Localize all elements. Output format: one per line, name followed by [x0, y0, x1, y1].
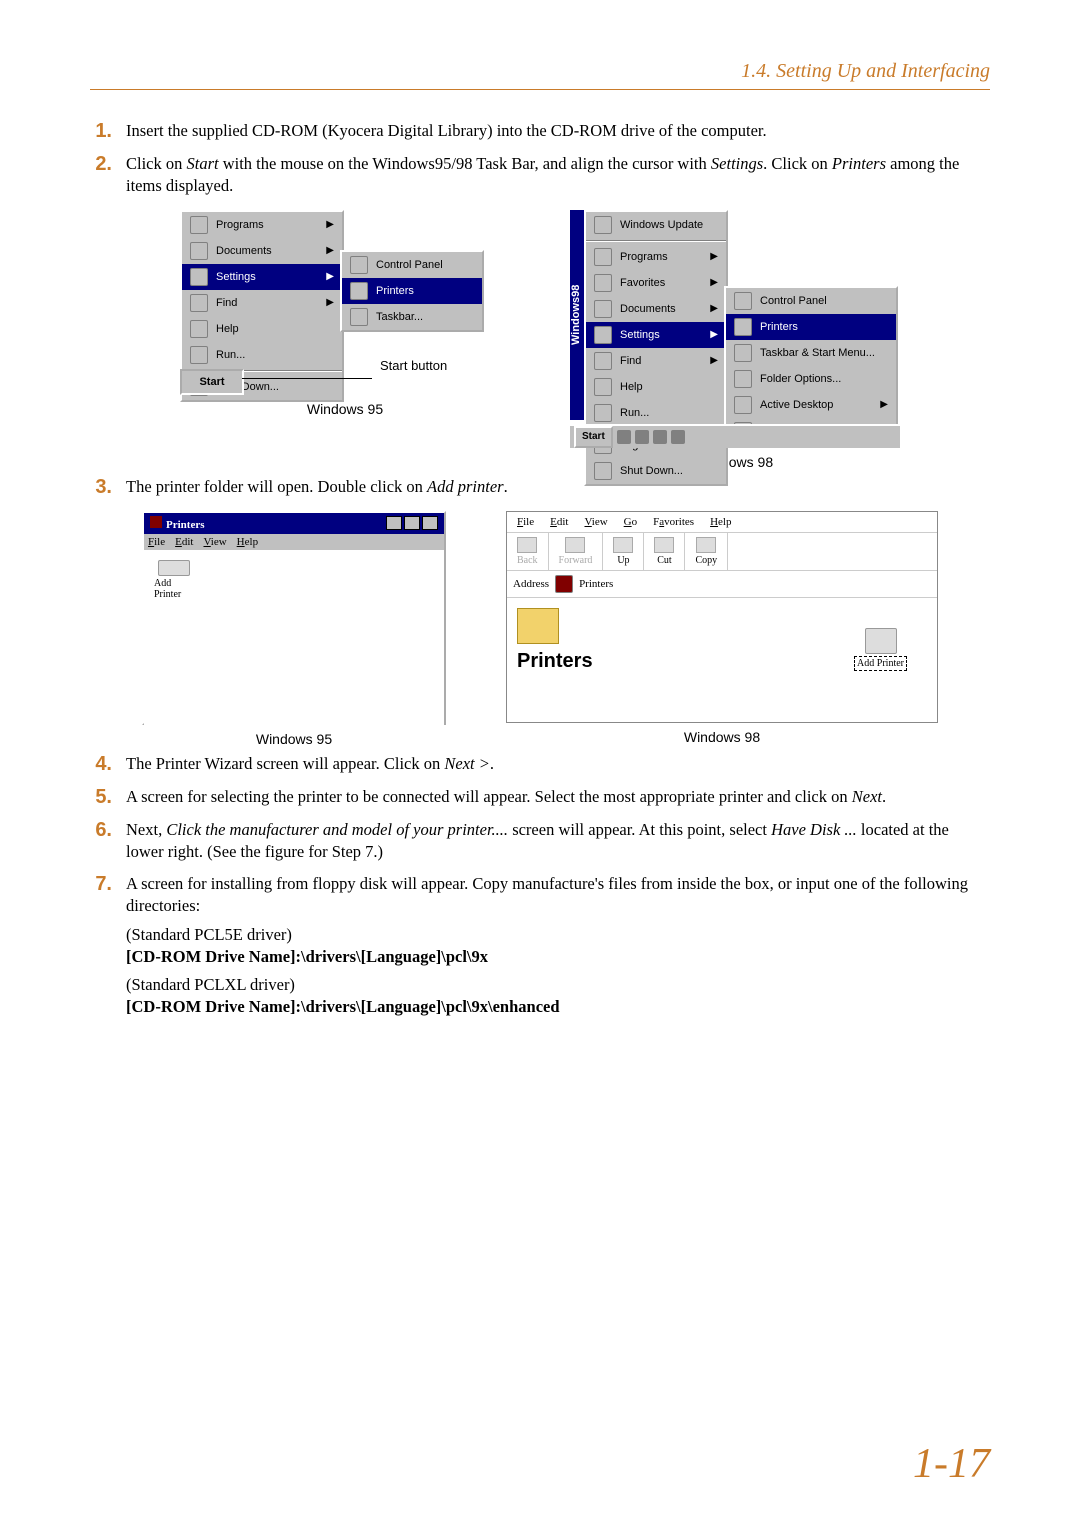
driver-pclxl-path: [CD-ROM Drive Name]:\drivers\[Language]\…	[126, 997, 560, 1016]
menu-favorites-98[interactable]: Favorites▶	[586, 270, 726, 296]
menu-find-98[interactable]: Find▶	[586, 348, 726, 374]
menu-help-98[interactable]: Help	[586, 374, 726, 400]
minimize-icon[interactable]	[386, 516, 402, 530]
driver-pcl5e-label: (Standard PCL5E driver)	[126, 924, 990, 946]
page-number: 1-17	[913, 1440, 990, 1488]
start-button-95[interactable]: Start	[180, 369, 244, 395]
submenu-folder-98[interactable]: Folder Options...	[726, 366, 896, 392]
submenu-printers-98[interactable]: Printers	[726, 314, 896, 340]
menu-file-98[interactable]: File	[517, 516, 534, 528]
printers-window-98: File Edit View Go Favorites Help Back Fo…	[506, 511, 938, 723]
tool-back: Back	[507, 533, 549, 570]
add-printer-icon-95[interactable]: Add Printer	[154, 560, 194, 600]
up-icon	[613, 537, 633, 553]
start-button-98[interactable]: Start	[574, 426, 613, 448]
caption-win95-a: Windows 95	[307, 401, 383, 417]
start-button-label: Start button	[380, 358, 447, 373]
taskbar-98: Start	[570, 424, 900, 448]
folder-icon	[555, 575, 573, 593]
caption-win98-b: Windows 98	[684, 729, 760, 745]
driver-pclxl-label: (Standard PCLXL driver)	[126, 974, 990, 996]
menu-run[interactable]: Run...	[182, 342, 342, 368]
printer-icon	[865, 628, 897, 654]
menu-windows-update[interactable]: Windows Update	[586, 212, 726, 238]
step-text-6: Next, Click the manufacturer and model o…	[126, 819, 990, 864]
step-num-7: 7.	[90, 873, 112, 1019]
step-text-4: The Printer Wizard screen will appear. C…	[126, 753, 990, 776]
printers-folder-icon	[517, 608, 559, 644]
printers-heading: Printers	[517, 650, 593, 673]
step-num-5: 5.	[90, 786, 112, 809]
settings-submenu-95: Control Panel Printers Taskbar...	[340, 250, 484, 332]
step-text-1: Insert the supplied CD-ROM (Kyocera Digi…	[126, 120, 990, 143]
printer-icon	[158, 560, 190, 576]
submenu-taskbar[interactable]: Taskbar...	[342, 304, 482, 330]
submenu-cp-98[interactable]: Control Panel	[726, 288, 896, 314]
submenu-taskbar-98[interactable]: Taskbar & Start Menu...	[726, 340, 896, 366]
driver-pcl5e-path: [CD-ROM Drive Name]:\drivers\[Language]\…	[126, 947, 488, 966]
submenu-active-98[interactable]: Active Desktop▶	[726, 392, 896, 418]
forward-icon	[565, 537, 585, 553]
step-text-2: Click on Start with the mouse on the Win…	[126, 153, 990, 198]
step-num-2: 2.	[90, 153, 112, 198]
step-num-1: 1.	[90, 120, 112, 143]
settings-submenu-98: Control Panel Printers Taskbar & Start M…	[724, 286, 898, 446]
window-title-95: Printers	[150, 516, 204, 531]
menubar-98: File Edit View Go Favorites Help	[507, 512, 937, 533]
menu-view-98[interactable]: View	[584, 516, 607, 528]
figure-win95-start: Programs▶ Documents▶ Settings▶ Find▶ Hel…	[180, 210, 510, 395]
menu-help[interactable]: Help	[182, 316, 342, 342]
close-icon[interactable]	[422, 516, 438, 530]
tray-icon[interactable]	[617, 430, 631, 444]
tray-icon[interactable]	[635, 430, 649, 444]
section-header: 1.4. Setting Up and Interfacing	[90, 60, 990, 90]
menu-run-98[interactable]: Run...	[586, 400, 726, 426]
back-icon	[517, 537, 537, 553]
step-num-3: 3.	[90, 476, 112, 499]
caption-win95-b: Windows 95	[256, 731, 332, 747]
start-leader-line	[242, 378, 372, 379]
menu-go-98[interactable]: Go	[624, 516, 637, 528]
figure-win98-start: Windows98 Windows Update Programs▶ Favor…	[570, 210, 900, 448]
menu-documents[interactable]: Documents▶	[182, 238, 342, 264]
menu-shutdown-98[interactable]: Shut Down...	[586, 458, 726, 484]
step-num-4: 4.	[90, 753, 112, 776]
menubar-95: FFileile Edit View Help	[144, 534, 444, 550]
step-text-5: A screen for selecting the printer to be…	[126, 786, 990, 809]
tool-up[interactable]: Up	[603, 533, 644, 570]
tray-icon[interactable]	[671, 430, 685, 444]
tool-forward: Forward	[549, 533, 604, 570]
submenu-printers[interactable]: Printers	[342, 278, 482, 304]
printers-window-95: Printers FFileile Edit View Help Add Pri…	[142, 511, 446, 725]
menu-file[interactable]: FFileile	[148, 536, 165, 548]
address-label: Address	[513, 578, 549, 590]
menu-favorites-98[interactable]: Favorites	[653, 516, 694, 528]
toolbar-98: Back Forward Up Cut Copy	[507, 533, 937, 571]
submenu-control-panel[interactable]: Control Panel	[342, 252, 482, 278]
step-text-7: A screen for installing from floppy disk…	[126, 873, 990, 1019]
step-text-3: The printer folder will open. Double cli…	[126, 476, 990, 499]
menu-help-98[interactable]: Help	[710, 516, 731, 528]
step-num-6: 6.	[90, 819, 112, 864]
menu-view[interactable]: View	[203, 536, 226, 548]
menu-help[interactable]: Help	[237, 536, 258, 548]
tool-cut[interactable]: Cut	[644, 533, 685, 570]
address-bar[interactable]: Address Printers	[507, 571, 937, 598]
tray-icon[interactable]	[653, 430, 667, 444]
maximize-icon[interactable]	[404, 516, 420, 530]
menu-settings-98[interactable]: Settings▶	[586, 322, 726, 348]
address-value: Printers	[579, 578, 613, 590]
menu-programs-98[interactable]: Programs▶	[586, 244, 726, 270]
copy-icon	[696, 537, 716, 553]
menu-edit-98[interactable]: Edit	[550, 516, 568, 528]
win98-sideband: Windows98	[570, 210, 584, 420]
menu-settings[interactable]: Settings▶	[182, 264, 342, 290]
menu-documents-98[interactable]: Documents▶	[586, 296, 726, 322]
add-printer-icon-98[interactable]: Add Printer	[854, 628, 907, 671]
menu-programs[interactable]: Programs▶	[182, 212, 342, 238]
menu-find[interactable]: Find▶	[182, 290, 342, 316]
cut-icon	[654, 537, 674, 553]
tool-copy[interactable]: Copy	[685, 533, 728, 570]
menu-edit[interactable]: Edit	[175, 536, 193, 548]
